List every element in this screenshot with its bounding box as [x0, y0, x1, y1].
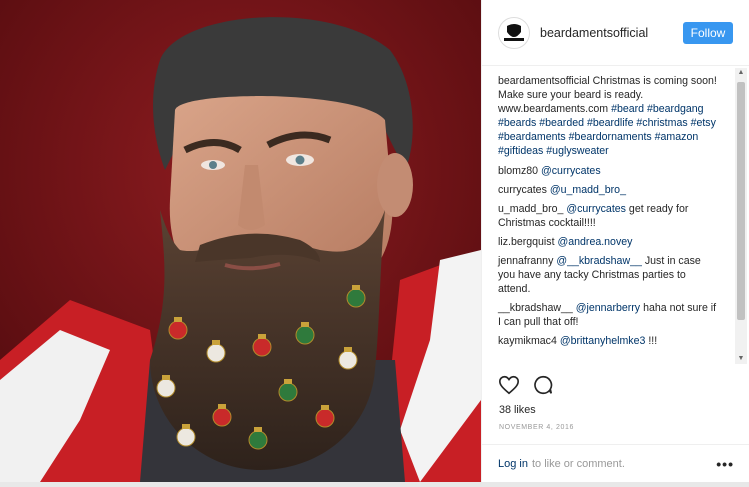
comment-username[interactable]: currycates: [498, 184, 547, 196]
post-actions: [498, 374, 554, 401]
post-details-panel: beardamentsofficial Follow beardamentsof…: [481, 0, 749, 487]
more-options-icon[interactable]: •••: [716, 456, 734, 472]
post-caption: beardamentsofficial Christmas is coming …: [498, 74, 720, 158]
caption-username[interactable]: beardamentsofficial: [498, 75, 590, 87]
scroll-up-arrow-icon[interactable]: ▲: [735, 68, 747, 78]
comment-username[interactable]: liz.bergquist: [498, 236, 555, 248]
scrollbar-thumb[interactable]: [737, 82, 745, 320]
comments-scrollbar[interactable]: ▲ ▼: [735, 68, 747, 364]
comments-list[interactable]: beardamentsofficial Christmas is coming …: [482, 66, 749, 364]
scroll-down-arrow-icon[interactable]: ▼: [735, 354, 747, 364]
comment-item: kaymikmac4 @brittanyhelmke3 !!!: [498, 334, 720, 348]
comment-mention[interactable]: @jennarberry: [576, 302, 640, 314]
heart-icon[interactable]: [498, 374, 520, 401]
login-footer: Log in to like or comment. •••: [482, 444, 749, 482]
comment-mention[interactable]: @currycates: [541, 165, 601, 177]
login-link[interactable]: Log in: [498, 458, 528, 470]
comment-username[interactable]: jennafranny: [498, 255, 553, 267]
comment-mention[interactable]: @u_madd_bro_: [550, 184, 626, 196]
comment-item: liz.bergquist @andrea.novey: [498, 235, 720, 249]
comment-mention[interactable]: @andrea.novey: [557, 236, 632, 248]
comment-text: !!!: [648, 335, 658, 347]
post-header: beardamentsofficial Follow: [482, 0, 749, 66]
likes-count[interactable]: 38 likes: [499, 404, 536, 416]
comment-item: blomz80 @currycates: [498, 164, 720, 178]
window-bottom-edge: [0, 482, 749, 487]
beardaments-logo-icon: [500, 18, 528, 47]
login-prompt-text: to like or comment.: [531, 457, 625, 470]
comment-item: jennafranny @__kbradshaw__ Just in case …: [498, 254, 720, 296]
comment-username[interactable]: __kbradshaw__: [498, 302, 573, 314]
comment-mention[interactable]: @brittanyhelmke3: [560, 335, 646, 347]
bearded-man-photo: [0, 0, 481, 482]
comment-username[interactable]: blomz80: [498, 165, 538, 177]
comment-item: currycates @u_madd_bro_: [498, 183, 720, 197]
comment-username[interactable]: kaymikmac4: [498, 335, 557, 347]
post-photo[interactable]: [0, 0, 481, 482]
comment-mention[interactable]: @__kbradshaw__: [556, 255, 642, 267]
post-date[interactable]: NOVEMBER 4, 2016: [499, 424, 574, 431]
avatar[interactable]: [498, 16, 530, 49]
post-username[interactable]: beardamentsofficial: [540, 26, 683, 40]
follow-button[interactable]: Follow: [683, 21, 733, 44]
comment-username[interactable]: u_madd_bro_: [498, 203, 563, 215]
comment-icon[interactable]: [532, 374, 554, 401]
comment-mention[interactable]: @currycates: [566, 203, 626, 215]
comment-item: __kbradshaw__ @jennarberry haha not sure…: [498, 301, 720, 329]
comment-item: u_madd_bro_ @currycates get ready for Ch…: [498, 202, 720, 230]
